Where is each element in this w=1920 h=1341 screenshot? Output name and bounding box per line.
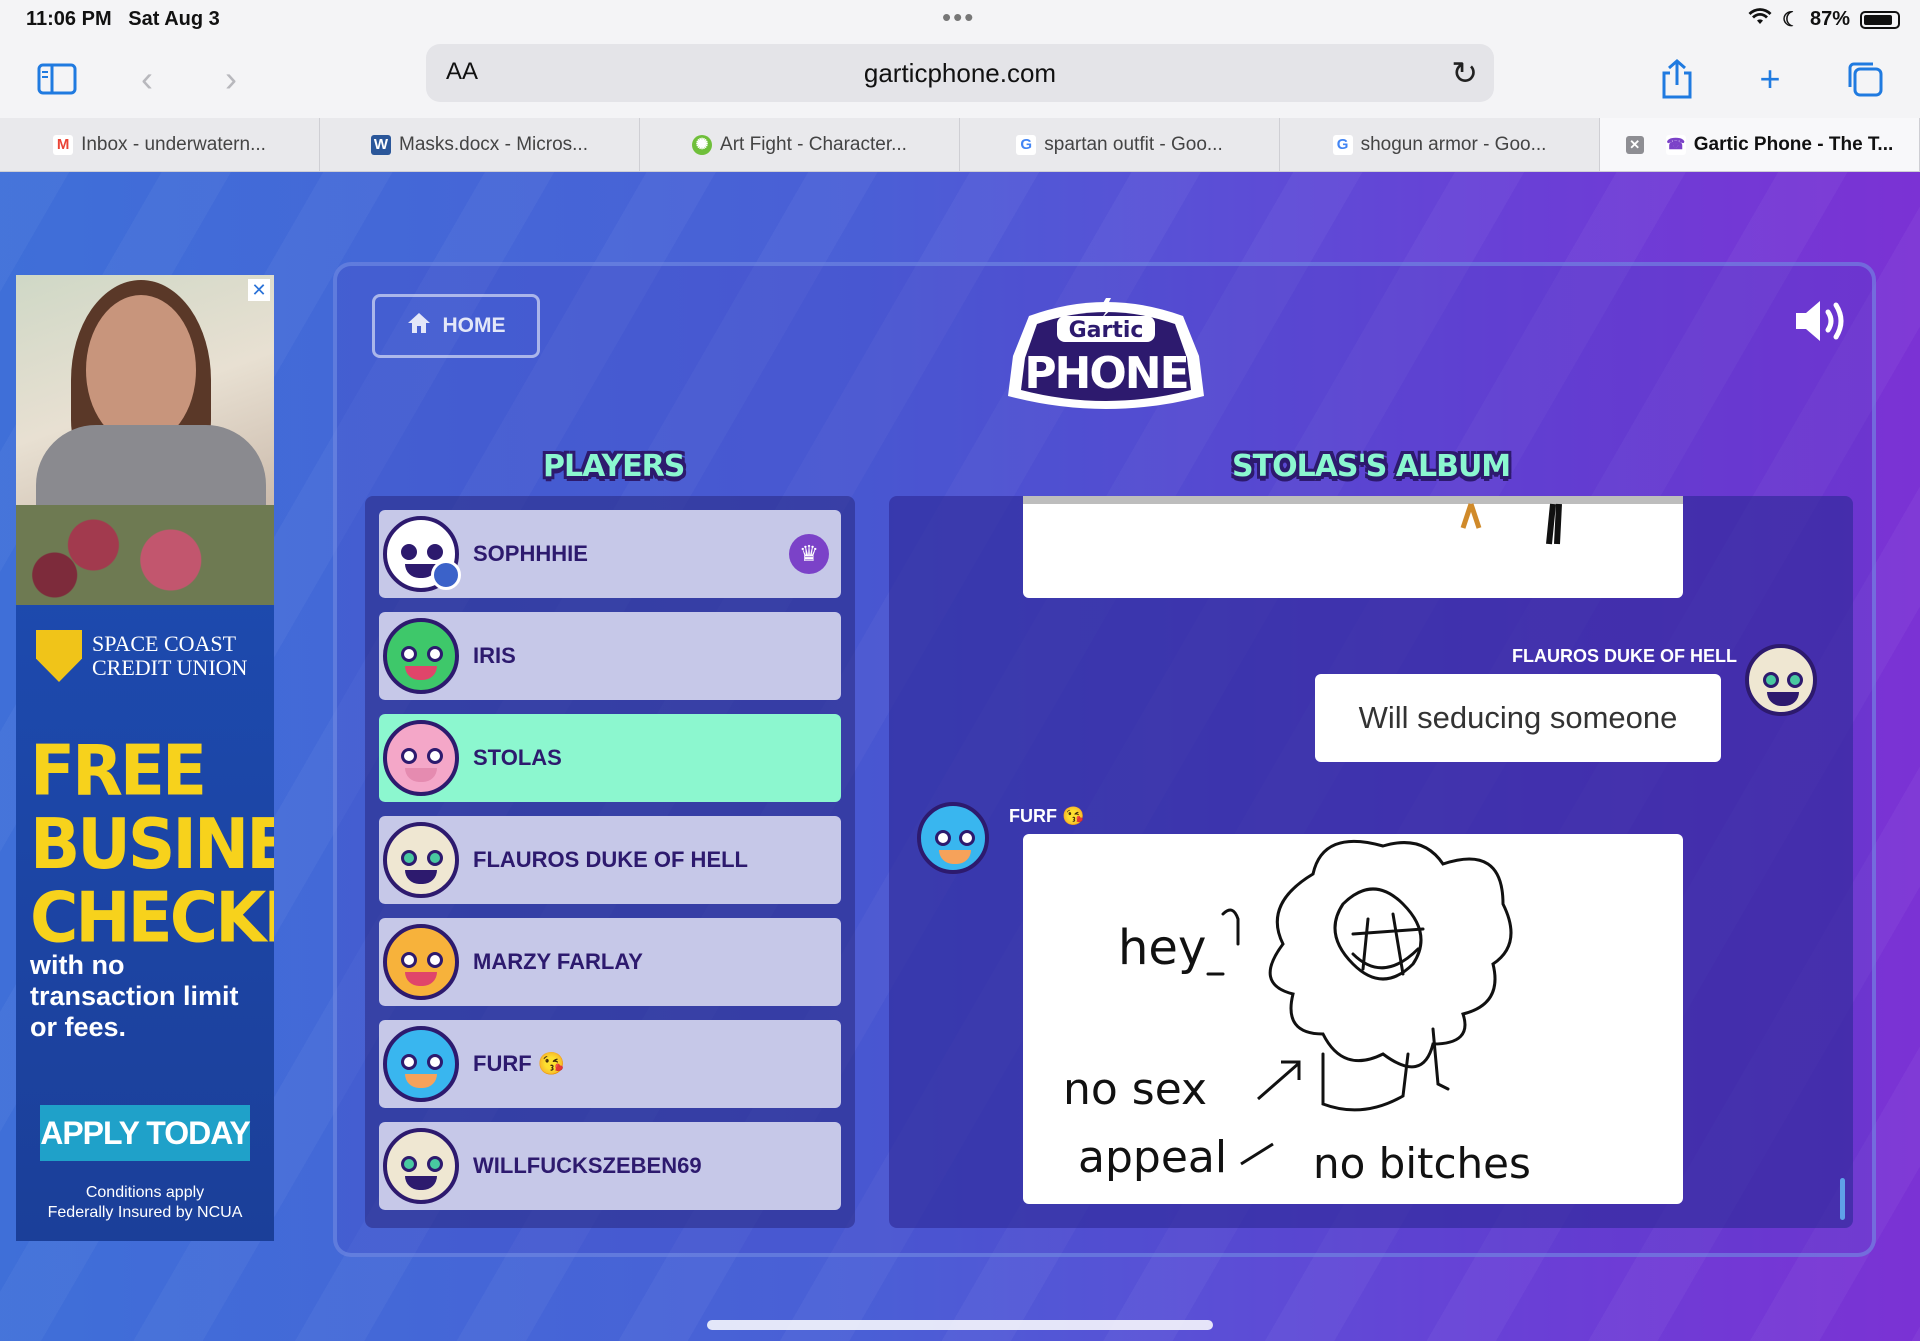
gmail-icon: M <box>53 134 74 155</box>
ad-photo <box>16 275 274 605</box>
album-feed[interactable]: FLAUROS DUKE OF HELL Will seducing someo… <box>889 496 1853 1228</box>
battery-icon <box>1860 10 1900 29</box>
players-list: SOPHHHIE ♛ IRIS STOLAS FLAUROS DUKE OF H… <box>365 496 855 1228</box>
chicken-avatar <box>383 924 459 1000</box>
svg-text:no sex: no sex <box>1063 1064 1207 1115</box>
album-title: STOLAS'S ALBUM <box>1232 449 1511 484</box>
mummy-avatar <box>1745 644 1817 716</box>
entry-author: FLAUROS DUKE OF HELL <box>1512 646 1737 666</box>
ad-close-icon[interactable]: ✕ <box>248 279 270 301</box>
browser-toolbar: ‹ › AA garticphone.com ↻ + <box>0 40 1920 118</box>
players-title: PLAYERS <box>543 449 685 484</box>
share-icon[interactable] <box>1652 54 1702 104</box>
ad-apply-button[interactable]: APPLY TODAY <box>40 1105 251 1161</box>
status-bar: 11:06 PM Sat Aug 3 ••• ☾ 87% <box>0 0 1920 40</box>
new-tab-icon[interactable]: + <box>1745 54 1795 104</box>
google-icon: G <box>1332 134 1353 155</box>
drawing-card-previous <box>1023 496 1683 598</box>
tab-bar: M Inbox - underwatern... W Masks.docx - … <box>0 118 1920 172</box>
gartic-icon: ☎ <box>1665 134 1686 155</box>
svg-text:hey: hey <box>1118 920 1206 976</box>
player-row[interactable]: MARZY FARLAY <box>379 918 841 1006</box>
tab-google-shogun[interactable]: G shogun armor - Goo... <box>1280 118 1600 171</box>
gartic-phone-logo: Gartic PHONE <box>999 296 1213 420</box>
forward-icon[interactable]: › <box>206 54 256 104</box>
close-tab-icon[interactable]: ✕ <box>1625 135 1644 154</box>
svg-text:appeal: appeal <box>1078 1132 1227 1183</box>
tab-overview-icon[interactable] <box>1840 54 1890 104</box>
battery-percent: 87% <box>1809 8 1850 30</box>
ad-banner[interactable]: ✕ SPACE COASTCREDIT UNION FREEBUSINESSCH… <box>16 275 274 1241</box>
svg-text:no bitches: no bitches <box>1313 1139 1531 1188</box>
sidebar-icon[interactable] <box>32 54 82 104</box>
svg-text:PHONE: PHONE <box>1024 348 1187 399</box>
svg-text:Gartic: Gartic <box>1069 318 1144 343</box>
tab-gartic-phone[interactable]: ✕ ☎ Gartic Phone - The T... <box>1600 118 1920 171</box>
home-button[interactable]: HOME <box>372 294 540 358</box>
blob-avatar <box>917 802 989 874</box>
reload-icon[interactable]: ↻ <box>1451 54 1478 92</box>
back-icon[interactable]: ‹ <box>122 54 172 104</box>
moon-icon: ☾ <box>1782 9 1800 31</box>
house-icon <box>407 312 431 340</box>
unicorn-avatar <box>383 720 459 796</box>
album-scrollbar[interactable] <box>1840 1178 1845 1220</box>
home-indicator[interactable] <box>707 1320 1213 1330</box>
word-icon: W <box>371 134 391 155</box>
status-time: 11:06 PM Sat Aug 3 <box>26 8 220 30</box>
entry-author: FURF 😘 <box>1009 806 1085 826</box>
drawing-card: hey no sex appeal no bitches <box>1023 834 1683 1204</box>
sound-icon[interactable] <box>1792 296 1852 346</box>
entry-text-bubble: Will seducing someone <box>1315 674 1721 762</box>
tab-word[interactable]: W Masks.docx - Micros... <box>320 118 640 171</box>
gartic-page: ✕ SPACE COASTCREDIT UNION FREEBUSINESSCH… <box>0 172 1920 1341</box>
ad-headline: FREEBUSINESSCHECKING <box>30 730 274 959</box>
multitask-dots[interactable]: ••• <box>942 2 975 33</box>
tab-google-spartan[interactable]: G spartan outfit - Goo... <box>960 118 1280 171</box>
player-row[interactable]: WILLFUCKSZEBEN69 <box>379 1122 841 1210</box>
player-row[interactable]: FURF 😘 <box>379 1020 841 1108</box>
art-fight-icon: ✺ <box>692 134 713 155</box>
mummy-avatar <box>383 1128 459 1204</box>
ad-brand-logo: SPACE COAST CREDIT UNION <box>36 630 247 682</box>
url-text[interactable]: garticphone.com <box>426 58 1494 89</box>
ad-subtext: with no transaction limit or fees. <box>30 950 239 1042</box>
ad-fine-print: Conditions apply Federally Insured by NCU… <box>47 1184 243 1221</box>
mummy-avatar <box>383 822 459 898</box>
tab-art-fight[interactable]: ✺ Art Fight - Character... <box>640 118 960 171</box>
dino-avatar <box>383 618 459 694</box>
tab-gmail[interactable]: M Inbox - underwatern... <box>0 118 320 171</box>
crown-icon: ♛ <box>789 534 829 574</box>
game-panel: HOME Gartic PHONE PLAYERS STOLAS'S ALBUM <box>333 262 1876 1257</box>
player-row[interactable]: FLAUROS DUKE OF HELL <box>379 816 841 904</box>
shield-icon <box>36 630 82 682</box>
player-row[interactable]: SOPHHHIE ♛ <box>379 510 841 598</box>
player-row[interactable]: STOLAS <box>379 714 841 802</box>
google-icon: G <box>1016 134 1037 155</box>
wifi-icon <box>1748 7 1772 32</box>
blob-avatar <box>383 1026 459 1102</box>
player-row[interactable]: IRIS <box>379 612 841 700</box>
status-right: ☾ 87% <box>1748 7 1900 32</box>
user-icon <box>431 560 461 590</box>
address-bar[interactable]: AA garticphone.com ↻ <box>426 44 1494 102</box>
